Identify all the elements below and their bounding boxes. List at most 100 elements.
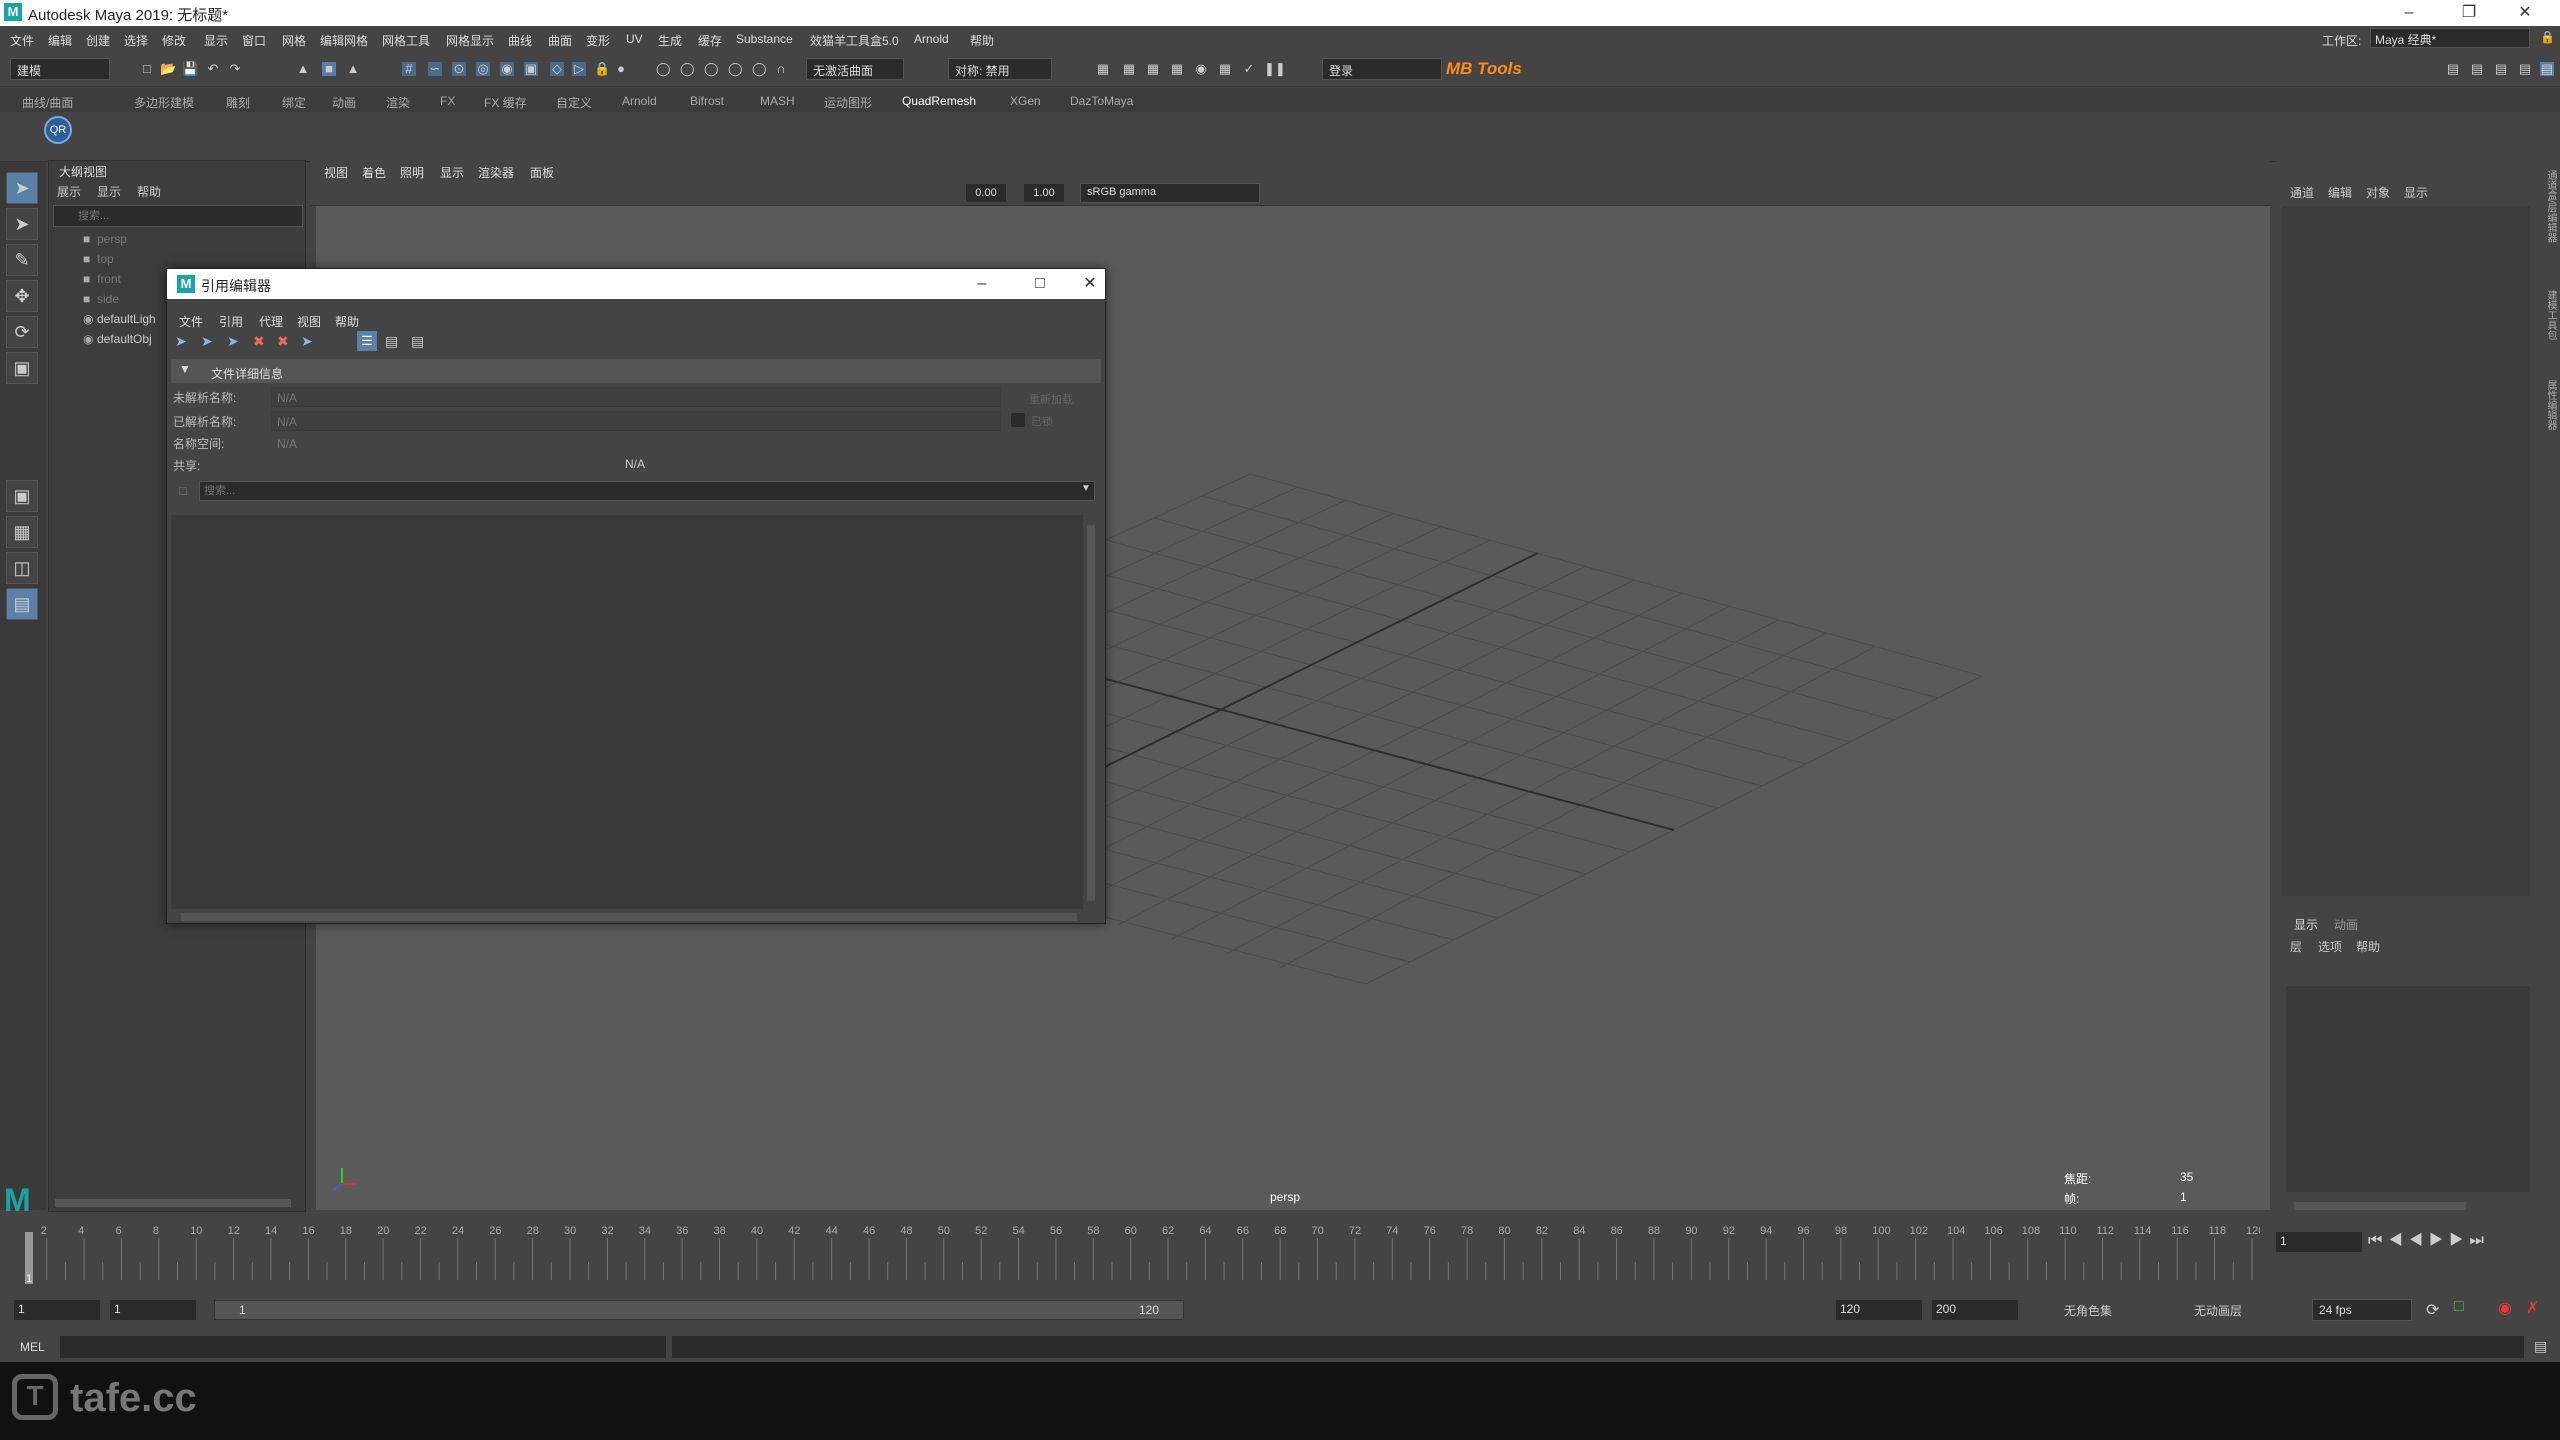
minimize-icon[interactable]: –	[2386, 0, 2432, 26]
playback-controls[interactable]: ⏮◀◀▶▶⏭	[2368, 1232, 2490, 1250]
ref-menu-help[interactable]: 帮助	[335, 313, 359, 330]
outliner-item-side[interactable]: ■ side	[83, 289, 119, 309]
channel-menu-object[interactable]: 对象	[2366, 184, 2390, 201]
outliner-item-top[interactable]: ■ top	[83, 249, 114, 269]
shelf-tab-quadremesh[interactable]: QuadRemesh	[902, 94, 976, 108]
locked-checkbox[interactable]	[1011, 413, 1025, 427]
lasso-tool-icon[interactable]: ➤	[6, 208, 38, 240]
modeling-toolkit-icon[interactable]: ▤	[2446, 62, 2460, 76]
panel-menu-lighting[interactable]: 照明	[400, 164, 424, 181]
four-view-icon[interactable]: ▦	[6, 516, 38, 548]
live-surface-dropdown[interactable]: 无激活曲面	[806, 58, 904, 80]
menu-toolbox[interactable]: 效猫羊工具盒5.0	[810, 32, 899, 49]
menu-arnold[interactable]: Arnold	[914, 32, 949, 46]
snap-edge-icon[interactable]: ▷	[572, 62, 586, 76]
outliner-item-front[interactable]: ■ front	[83, 269, 121, 289]
menu-curves[interactable]: 曲线	[508, 32, 532, 49]
render-settings-icon[interactable]: ▦	[1170, 62, 1184, 76]
playback-end-field[interactable]: 120	[1836, 1300, 1922, 1320]
menu-file[interactable]: 文件	[10, 32, 34, 49]
shelf-tab-fx[interactable]: FX	[440, 94, 455, 108]
move-tool-icon[interactable]: ✥	[6, 280, 38, 312]
layer-hscrollbar[interactable]	[2294, 1202, 2466, 1210]
shelf-tab-custom[interactable]: 自定义	[556, 94, 592, 111]
end-time-field[interactable]: 200	[1932, 1300, 2018, 1320]
menu-deform[interactable]: 变形	[586, 32, 610, 49]
reference-editor-title-bar[interactable]: M 引用编辑器 – □ ✕	[167, 269, 1105, 299]
menu-mesh[interactable]: 网格	[282, 32, 306, 49]
panel-menu-view[interactable]: 视图	[324, 164, 348, 181]
restore-icon[interactable]: ❐	[2446, 0, 2492, 26]
single-view-icon[interactable]: ▣	[6, 480, 38, 512]
menu-mesh-display[interactable]: 网格显示	[446, 32, 494, 49]
select-component-icon[interactable]: ▲	[346, 62, 360, 76]
login-dropdown[interactable]: 登录	[1322, 58, 1442, 80]
shelf-tab-mash[interactable]: MASH	[760, 94, 795, 108]
panel-menu-renderer[interactable]: 渲染器	[478, 164, 514, 181]
reference-list-vscrollbar[interactable]	[1087, 525, 1095, 901]
fps-dropdown[interactable]: 24 fps	[2312, 1299, 2412, 1321]
unload-reference-icon[interactable]: ✖	[253, 333, 265, 350]
menu-display[interactable]: 显示	[204, 32, 228, 49]
side-tab-modeling-toolkit[interactable]: 建模工具包	[2544, 290, 2558, 340]
undo-icon[interactable]: ↶	[206, 62, 220, 76]
menu-uv[interactable]: UV	[626, 32, 643, 46]
outliner-item-default-light-set[interactable]: ◉ defaultLigh	[83, 309, 156, 329]
shelf-tab-motion-graphics[interactable]: 运动图形	[824, 94, 872, 111]
render-region-icon[interactable]: ◯	[728, 62, 743, 76]
script-editor-icon[interactable]: ▤	[2534, 1338, 2547, 1355]
mb-tools-logo[interactable]: MB Tools	[1446, 59, 1522, 79]
menu-create[interactable]: 创建	[86, 32, 110, 49]
close-icon[interactable]: ✕	[2502, 0, 2548, 26]
tool-settings-icon[interactable]: ▤	[2494, 62, 2508, 76]
construction-history-icon[interactable]: ◯	[752, 62, 767, 76]
key-icon[interactable]: □	[2454, 1298, 2464, 1316]
channel-menu-edit[interactable]: 编辑	[2328, 184, 2352, 201]
menu-substance[interactable]: Substance	[736, 32, 793, 46]
channel-menu-show[interactable]: 显示	[2404, 184, 2428, 201]
layer-menu-help[interactable]: 帮助	[2356, 938, 2380, 955]
time-slider[interactable]: 2 4 6 8 10 12 14 16 18 20 22 24 26 28 30 32 34 36 38 40 42 44…	[0, 1218, 2264, 1288]
layer-tab-display[interactable]: 显示	[2294, 916, 2318, 933]
shelf-tab-sculpt[interactable]: 雕刻	[226, 94, 250, 111]
outliner-item-default-object-set[interactable]: ◉ defaultObj	[83, 329, 152, 349]
panel-menu-panels[interactable]: 面板	[530, 164, 554, 181]
outliner-menu-show[interactable]: 展示	[57, 183, 81, 200]
lock-selection-icon[interactable]: 🔒	[594, 62, 610, 76]
reference-search-input[interactable]	[199, 481, 1095, 501]
menu-generate[interactable]: 生成	[658, 32, 682, 49]
snap-vertex-icon[interactable]: ◇	[550, 62, 564, 76]
history-icon[interactable]: ◯	[656, 62, 671, 76]
reload-reference-icon[interactable]: ➤	[201, 333, 213, 350]
snap-point-icon[interactable]: ⊙	[452, 62, 466, 76]
preview-icon[interactable]: ▤	[411, 333, 424, 350]
shelf-tab-daztomaya[interactable]: DazToMaya	[1070, 94, 1133, 108]
menu-edit[interactable]: 编辑	[48, 32, 72, 49]
color-space-dropdown[interactable]: sRGB gamma	[1080, 183, 1260, 203]
symmetry-dropdown[interactable]: 对称: 禁用	[948, 58, 1052, 80]
detail-view-icon[interactable]: ▤	[385, 333, 398, 350]
outliner-hscrollbar[interactable]	[55, 1199, 291, 1207]
reference-list[interactable]	[171, 515, 1083, 909]
panel-menu-shading[interactable]: 着色	[362, 164, 386, 181]
layer-menu-layers[interactable]: 层	[2290, 938, 2302, 955]
ipr-render-icon[interactable]: ▦	[1146, 62, 1160, 76]
shelf-tab-animation[interactable]: 动画	[332, 94, 356, 111]
menu-window[interactable]: 窗口	[242, 32, 266, 49]
snap-view-icon[interactable]: ◎	[476, 62, 490, 76]
range-slider[interactable]: 1 120	[214, 1300, 1184, 1320]
file-details-section-header[interactable]: ▼ 文件详细信息	[171, 359, 1101, 383]
lock-icon[interactable]: 🔒	[2540, 30, 2555, 44]
attribute-editor-icon[interactable]: ▤	[2470, 62, 2484, 76]
exposure-field[interactable]: 0.00	[966, 184, 1006, 202]
anim-prefs-icon[interactable]: ✗	[2526, 1298, 2539, 1318]
channel-box-icon[interactable]: ▤	[2518, 62, 2532, 76]
remove-reference-icon[interactable]: ✖	[277, 333, 289, 350]
select-tool-icon[interactable]: ➤	[6, 172, 38, 204]
magnet-icon[interactable]: ∩	[774, 62, 788, 76]
import-reference-icon[interactable]: ➤	[227, 333, 239, 350]
quadremesh-shelf-icon[interactable]: QR	[44, 116, 72, 144]
search-dropdown-chevron-icon[interactable]: ▼	[1081, 483, 1091, 494]
shelf-tab-bifrost[interactable]: Bifrost	[690, 94, 724, 108]
snap-surface-icon[interactable]: ◉	[500, 62, 514, 76]
